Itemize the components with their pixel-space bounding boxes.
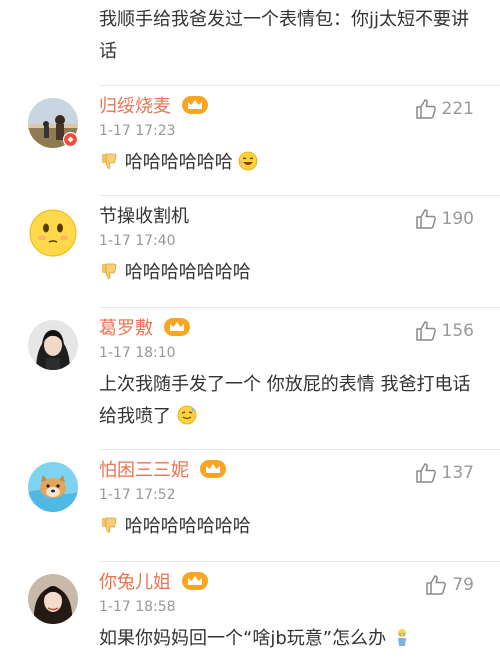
comment-text-body: 如果你妈妈回一个“啥jb玩意”怎么办 [99, 628, 387, 649]
avatar[interactable] [28, 208, 78, 258]
username-label: 节操收割机 [99, 206, 189, 227]
comment-text-body: 哈哈哈哈哈哈哈 [124, 516, 251, 537]
woman-portrait-avatar-icon [28, 320, 78, 370]
comment-time: 1-17 17:23 [99, 123, 176, 139]
username[interactable]: 怕困三三妮 [99, 458, 227, 484]
woman-dark-hair-avatar-icon [28, 574, 78, 624]
crown-badge-icon [181, 572, 208, 590]
comment-text: 哈哈哈哈哈哈哈 [99, 257, 484, 289]
comment-text-body: 哈哈哈哈哈哈 [124, 152, 233, 173]
username[interactable]: 归绥烧麦 [99, 94, 209, 120]
like-button[interactable]: 221 [414, 97, 474, 121]
thumbs-up-icon [426, 575, 447, 595]
comment-item: 怕困三三妮 1-17 17:52 137 哈哈哈哈哈哈哈 [0, 449, 500, 558]
like-button[interactable]: 137 [414, 461, 474, 485]
thumbs-down-emoji-icon [102, 263, 117, 279]
comment-time: 1-17 18:58 [99, 599, 176, 615]
comment-text-body: 哈哈哈哈哈哈哈 [124, 262, 251, 283]
thumbs-up-icon [415, 321, 436, 341]
thumbs-up-icon [415, 209, 436, 229]
like-button[interactable]: 190 [414, 207, 474, 231]
like-count: 156 [441, 321, 474, 341]
like-count: 190 [441, 209, 474, 229]
avatar[interactable] [28, 574, 78, 624]
comment-text: 上次我随手发了一个 你放屁的表情 我爸打电话给我喷了 [99, 369, 484, 433]
username-label: 怕困三三妮 [99, 460, 189, 481]
crown-badge-icon [163, 318, 190, 336]
yellow-face-avatar-icon [28, 208, 78, 258]
thumbs-up-icon [415, 463, 436, 483]
username-label: 葛罗敷 [99, 318, 153, 339]
comment-time: 1-17 17:40 [99, 233, 176, 249]
comment-item: 归绥烧麦 1-17 17:23 221 哈哈哈哈哈哈 [0, 85, 500, 194]
username-label: 你兔儿姐 [99, 572, 171, 593]
like-count: 79 [452, 575, 474, 595]
thumbs-down-emoji-icon [102, 153, 117, 169]
crown-badge-icon [199, 460, 226, 478]
comment-text: 哈哈哈哈哈哈哈 [99, 511, 484, 543]
comment-text: 如果你妈妈回一个“啥jb玩意”怎么办 [99, 623, 484, 655]
username[interactable]: 葛罗敷 [99, 316, 191, 342]
vip-badge-icon [63, 132, 78, 147]
username[interactable]: 节操收割机 [99, 204, 189, 230]
dog-swimming-avatar-icon [28, 462, 78, 512]
avatar[interactable] [28, 320, 78, 370]
laughing-emoji-icon [239, 151, 258, 171]
sweat-smile-emoji-icon [177, 405, 197, 425]
comment-item: 葛罗敷 1-17 18:10 156 上次我随手发了一个 你放屁的表情 我爸打电… [0, 307, 500, 446]
username-label: 归绥烧麦 [99, 96, 171, 117]
comment-text: 哈哈哈哈哈哈 [99, 147, 484, 179]
comment-item: 节操收割机 1-17 17:40 190 哈哈哈哈哈哈哈 [0, 195, 500, 304]
comment-text-body: 上次我随手发了一个 你放屁的表情 我爸打电话给我喷了 [99, 374, 471, 427]
thumbs-up-icon [415, 99, 436, 119]
like-count: 137 [441, 463, 474, 483]
comment-feed: 我顺手给我爸发过一个表情包：你jj太短不要讲话 归绥烧麦 1-17 17:23 … [0, 0, 500, 669]
comment-time: 1-17 18:10 [99, 345, 176, 361]
comment-time: 1-17 17:52 [99, 487, 176, 503]
avatar[interactable] [28, 462, 78, 512]
username[interactable]: 你兔儿姐 [99, 570, 209, 596]
crown-badge-icon [181, 96, 208, 114]
like-button[interactable]: 79 [424, 573, 474, 597]
like-button[interactable]: 156 [414, 319, 474, 343]
thumbs-down-emoji-icon [102, 517, 117, 533]
crying-figure-emoji-icon [397, 629, 406, 646]
comment-item: 你兔儿姐 1-17 18:58 79 如果你妈妈回一个“啥jb玩意”怎么办 [0, 561, 500, 669]
like-count: 221 [441, 99, 474, 119]
previous-comment-text: 我顺手给我爸发过一个表情包：你jj太短不要讲话 [99, 9, 469, 62]
